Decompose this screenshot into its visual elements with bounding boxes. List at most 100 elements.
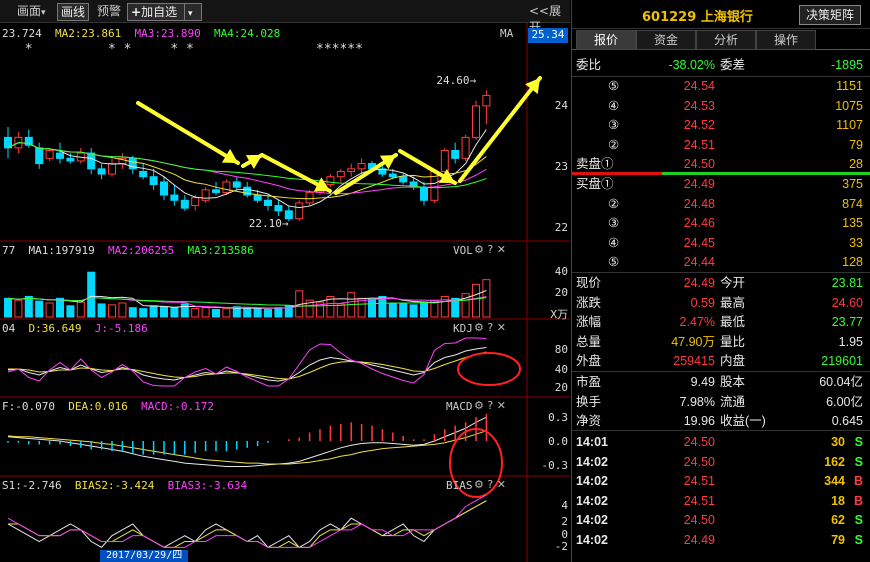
buy-price: 24.44 [683, 255, 715, 269]
plus-icon: + [131, 5, 142, 19]
sell-volume: 1151 [836, 79, 863, 93]
candle-body [472, 105, 480, 138]
picture-menu[interactable]: 画面▾ [14, 3, 49, 19]
sell-order-row: ④ 24.53 1075 [572, 97, 870, 116]
add-watchlist-button[interactable]: +加自选 [127, 3, 190, 21]
tick-price: 24.50 [683, 513, 715, 527]
tab-funds[interactable]: 资金 [636, 30, 696, 50]
help-icon[interactable]: ? [487, 243, 493, 256]
kdj-tick: 80 [554, 343, 568, 356]
kdj-j: J:-5.186 [94, 322, 148, 335]
buy-price: 24.45 [683, 235, 715, 250]
volume-bar [191, 308, 200, 318]
buy-volume: 874 [842, 196, 863, 211]
buy-order-row: ② 24.48 874 [572, 195, 870, 214]
trade-tick-row: 14:02 24.51 18 B [572, 492, 870, 511]
help-icon[interactable]: ? [487, 399, 493, 412]
candle-body [222, 181, 231, 193]
stat-label: 净资 [576, 414, 602, 428]
macd-value: MACD:-0.172 [141, 400, 214, 413]
bias-legend: S1:-2.746 BIAS2:-3.424 BIAS3:-3.634 [2, 479, 247, 492]
gear-icon[interactable]: ⚙ [474, 399, 484, 412]
draw-line-button[interactable]: 画线 [57, 3, 90, 21]
volume-bar [388, 302, 397, 318]
candle-body [399, 176, 408, 183]
add-watchlist-label: 加自选 [141, 5, 178, 19]
tick-time: 14:01 [576, 435, 608, 449]
vol-tick: 20 [554, 286, 568, 299]
help-icon[interactable]: ? [487, 321, 493, 334]
alert-button[interactable]: 预警 [94, 3, 124, 19]
volume-bar [128, 307, 137, 318]
stat-value: 47.90万 [671, 334, 715, 349]
macd-tick: -0.3 [541, 459, 569, 472]
candle-body [170, 194, 179, 201]
add-watchlist-dropdown[interactable]: ▾ [184, 3, 202, 21]
fundamental-row: 市盈 9.49 股本 60.04亿 [572, 373, 870, 392]
volume-bar [409, 304, 418, 318]
buy-order-row: ⑤ 24.44 128 [572, 253, 870, 272]
decision-matrix-button[interactable]: 决策矩阵 [798, 5, 861, 25]
volume-bar [378, 295, 387, 318]
trade-tick-row: 14:02 24.51 344 B [572, 472, 870, 491]
volume-bar [14, 299, 23, 318]
price-tick: 23 [554, 160, 568, 173]
high-price-label: 24.60→ [436, 74, 476, 87]
gear-icon[interactable]: ⚙ [474, 478, 484, 491]
chart-area[interactable]: * * * * * ****** 23.724 MA2:23.861 MA3:23.8… [0, 23, 570, 562]
kdj-line [7, 337, 487, 387]
volume-bar [274, 307, 283, 318]
help-icon[interactable]: ? [487, 478, 493, 491]
vol-unit: X万 [550, 308, 568, 321]
buy-volume: 128 [842, 255, 863, 269]
trade-tick-row: 14:02 24.50 62 S [572, 511, 870, 530]
vol-panel-controls: ⚙ ? ✕ [474, 243, 506, 256]
stat-value: 23.77 [831, 315, 863, 329]
candle-body [232, 181, 241, 188]
stat-label: 现价 [576, 276, 602, 290]
sell-price: 24.51 [683, 137, 715, 152]
close-icon[interactable]: ✕ [497, 478, 506, 491]
tab-quote[interactable]: 报价 [576, 30, 636, 50]
volume-bar [139, 308, 148, 318]
volume-bar [97, 303, 106, 318]
order-diff-label: 委差 [720, 58, 746, 72]
sell-level: ④ [608, 98, 620, 113]
arrow-right-icon: → [469, 74, 477, 88]
trade-tick-row: 14:02 24.50 162 S [572, 453, 870, 472]
gear-icon[interactable]: ⚙ [474, 243, 484, 256]
tick-volume: 344 [824, 474, 845, 488]
divider [572, 272, 870, 273]
kdj-line [7, 347, 487, 382]
gear-icon[interactable]: ⚙ [474, 321, 484, 334]
macd-panel-controls: ⚙ ? ✕ [474, 399, 506, 412]
volume-bar [253, 308, 262, 318]
volume-bar [222, 308, 231, 318]
low-price-value: 22.10 [248, 217, 282, 231]
low-price-label: 22.10→ [249, 217, 289, 230]
signal-star: * * [108, 42, 131, 57]
volume-bar [472, 283, 480, 318]
expand-button[interactable]: <<展开 [526, 3, 570, 34]
candle-body [440, 149, 449, 172]
cursor-date-label: 2017/03/29/四 [100, 550, 189, 562]
fundamental-row: 净资 19.96 收益(一) 0.645 [572, 412, 870, 431]
stat-row: 涨幅 2.47% 最低 23.77 [572, 313, 870, 332]
macd-dif: F:-0.070 [2, 400, 55, 413]
close-icon[interactable]: ✕ [497, 399, 506, 412]
stat-value: 19.96 [683, 414, 715, 428]
bias-indicator-name: BIAS [446, 479, 473, 492]
kdj-tick: 20 [554, 381, 568, 394]
bias-panel-controls: ⚙ ? ✕ [474, 478, 506, 491]
close-icon[interactable]: ✕ [497, 243, 506, 256]
tick-price: 24.50 [683, 435, 715, 449]
tick-time: 14:02 [576, 493, 608, 508]
volume-bar [201, 307, 210, 318]
tab-analysis[interactable]: 分析 [696, 30, 756, 50]
quote-panel: 601229 上海银行 决策矩阵 报价 资金 分析 操作 委比 -38.02% … [571, 0, 870, 562]
picture-menu-label: 画面 [17, 4, 42, 18]
tab-operation[interactable]: 操作 [756, 30, 816, 50]
buy-level: ④ [608, 235, 620, 250]
close-icon[interactable]: ✕ [497, 321, 506, 334]
candle-body [201, 189, 210, 201]
